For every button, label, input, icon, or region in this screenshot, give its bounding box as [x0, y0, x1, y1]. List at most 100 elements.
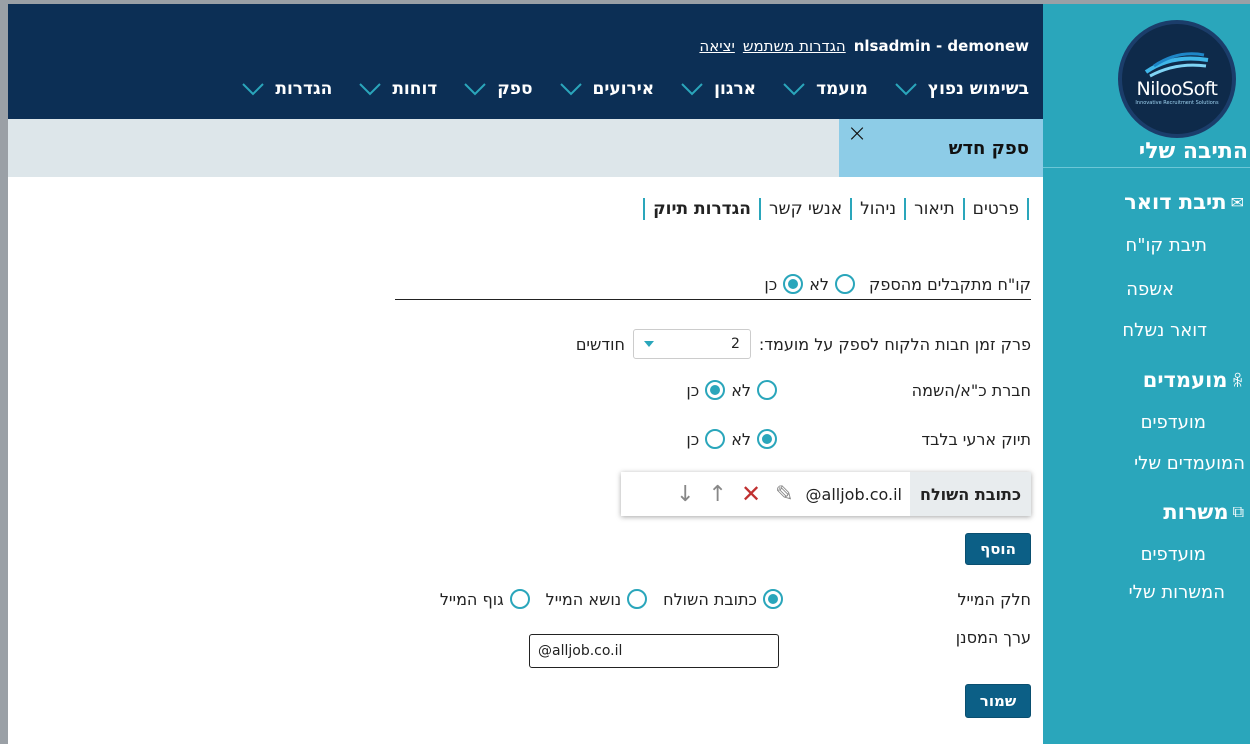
chevron-down-icon — [895, 83, 917, 96]
add-button[interactable]: הוסף — [965, 533, 1031, 565]
radio-cv-no[interactable] — [834, 274, 855, 294]
my-box-title[interactable]: התיבה שלי — [1139, 139, 1248, 164]
temp-filing-label: תיוק ארעי בלבד — [921, 429, 1031, 449]
radio-label-no: לא — [809, 274, 829, 294]
sidebar-section-candidates[interactable]: ꆜ מועמדים — [1143, 368, 1244, 392]
nav-label: ספק — [497, 79, 533, 99]
radio-mail-part-sender[interactable] — [763, 589, 783, 609]
radio-label-subject: נושא המייל — [545, 589, 622, 609]
radio-placement-no[interactable] — [757, 380, 777, 400]
people-icon: ꆜ — [1231, 371, 1245, 391]
row-actions: ✎ ✕ ↑ ↓ — [676, 480, 793, 508]
sidebar-item-candidate-favorites[interactable]: מועדפים — [1141, 412, 1206, 433]
sidebar-item-my-jobs[interactable]: המשרות שלי — [1129, 582, 1225, 603]
close-icon[interactable]: × — [847, 119, 867, 147]
radio-temp-no[interactable] — [757, 429, 777, 449]
period-row: פרק זמן חבות הלקוח לספק על מועמד: 2 חודש… — [576, 329, 1031, 359]
logo-brand: NilooSoft — [1136, 78, 1219, 100]
logout-link[interactable]: יציאה — [699, 37, 734, 55]
sidebar-item-cv-inbox[interactable]: תיבת קו"ח — [1125, 235, 1207, 256]
subtab-management[interactable]: ניהול — [852, 198, 907, 220]
caret-down-icon — [643, 341, 654, 347]
mail-part-row: חלק המייל כתובת השולח נושא המייל גוף המי… — [434, 589, 1031, 609]
nav-organization[interactable]: ארגון — [680, 79, 756, 99]
sidebar-section-mail[interactable]: ✉ תיבת דואר — [1124, 190, 1244, 214]
period-unit: חודשים — [575, 334, 625, 354]
nav-events[interactable]: אירועים — [559, 79, 655, 99]
radio-label-yes: כן — [686, 380, 700, 400]
radio-label-sender: כתובת השולח — [663, 589, 757, 609]
cv-from-supplier-label: קו"ח מתקבלים מהספק — [868, 274, 1031, 294]
envelope-icon: ✉ — [1230, 192, 1244, 212]
radio-label-no: לא — [731, 380, 751, 400]
subtab-description[interactable]: תיאור — [906, 198, 965, 220]
save-button[interactable]: שמור — [965, 684, 1031, 718]
user-row: nlsadmin - demonew הגדרות משתמש יציאה — [699, 37, 1029, 55]
nav-label: בשימוש נפוץ — [927, 79, 1029, 99]
arrow-down-icon[interactable]: ↓ — [676, 482, 694, 507]
temp-filing-row: תיוק ארעי בלבד לא כן — [680, 429, 1031, 449]
radio-label-body: גוף המייל — [439, 589, 504, 609]
filter-value-label: ערך המסנן — [955, 628, 1031, 647]
placement-company-label: חברת כ"א/השמה — [911, 380, 1031, 400]
radio-cv-yes[interactable] — [783, 274, 804, 294]
radio-placement-yes[interactable] — [705, 380, 726, 400]
radio-label-yes: כן — [686, 429, 700, 449]
sender-address-value: @alljob.co.il — [805, 484, 902, 504]
nav-label: אירועים — [592, 79, 655, 99]
tab-new-supplier[interactable]: ספק חדש × — [839, 119, 1043, 177]
radio-mail-part-body[interactable] — [509, 589, 530, 609]
nav-candidate[interactable]: מועמד — [782, 79, 868, 99]
section-divider — [395, 299, 1031, 300]
sidebar-item-sent-mail[interactable]: דואר נשלח — [1122, 320, 1207, 341]
filter-value-input[interactable]: @alljob.co.il — [529, 634, 779, 668]
nav-settings[interactable]: הגדרות — [241, 79, 332, 99]
sender-address-header: כתובת השולח — [909, 472, 1031, 516]
subtab-contacts[interactable]: אנשי קשר — [761, 198, 853, 220]
period-value: 2 — [730, 336, 740, 352]
nav-supplier[interactable]: ספק — [463, 79, 533, 99]
sidebar-item-trash[interactable]: אשפה — [1126, 279, 1174, 300]
logo-tagline: Innovative Recruitment Solutions — [1135, 100, 1219, 106]
chevron-down-icon — [359, 83, 382, 96]
period-label: פרק זמן חבות הלקוח לספק על מועמד: — [758, 334, 1031, 354]
nav-label: ארגון — [714, 79, 757, 99]
subtab-filing-settings[interactable]: הגדרות תיוק — [643, 198, 761, 220]
sidebar-section-label: מועמדים — [1142, 368, 1228, 392]
nav-label: מועמד — [816, 79, 868, 99]
nav-label: דוחות — [392, 79, 438, 99]
subtab-details[interactable]: פרטים — [965, 198, 1029, 220]
nav-reports[interactable]: דוחות — [358, 79, 437, 99]
sender-address-row: כתובת השולח @alljob.co.il ✎ ✕ ↑ ↓ — [621, 472, 1031, 516]
nav-label: הגדרות — [275, 79, 333, 99]
jobs-icon: ⧉ — [1232, 502, 1244, 521]
period-select[interactable]: 2 — [632, 329, 751, 359]
sidebar-divider — [1043, 167, 1250, 168]
top-navbar: nlsadmin - demonew הגדרות משתמש יציאה בש… — [8, 4, 1043, 119]
filter-value-label-row: ערך המסנן — [956, 628, 1031, 647]
radio-temp-yes[interactable] — [705, 429, 726, 449]
sidebar-item-job-favorites[interactable]: מועדפים — [1141, 544, 1206, 565]
arrow-up-icon[interactable]: ↑ — [709, 482, 727, 507]
chevron-down-icon — [681, 83, 703, 96]
radio-mail-part-subject[interactable] — [627, 589, 648, 609]
app-window: NilooSoft Innovative Recruitment Solutio… — [8, 4, 1250, 744]
chevron-down-icon — [559, 83, 582, 96]
sidebar-item-my-candidates[interactable]: המועמדים שלי — [1134, 453, 1245, 474]
chevron-down-icon — [242, 83, 265, 96]
tab-title: ספק חדש — [948, 138, 1029, 159]
pencil-icon[interactable]: ✎ — [775, 482, 793, 507]
sidebar-section-label: משרות — [1163, 500, 1229, 524]
chevron-down-icon — [464, 83, 486, 96]
delete-icon[interactable]: ✕ — [741, 480, 761, 508]
sidebar: NilooSoft Innovative Recruitment Solutio… — [1043, 4, 1250, 744]
placement-company-row: חברת כ"א/השמה לא כן — [680, 380, 1031, 400]
user-settings-link[interactable]: הגדרות משתמש — [743, 37, 846, 55]
mail-part-label: חלק המייל — [957, 589, 1031, 609]
nav-common[interactable]: בשימוש נפוץ — [894, 79, 1029, 99]
niloosoft-logo[interactable]: NilooSoft Innovative Recruitment Solutio… — [1118, 20, 1236, 138]
cv-from-supplier-row: קו"ח מתקבלים מהספק לא כן — [758, 274, 1031, 294]
main-nav: בשימוש נפוץ מועמד ארגון אירועים ספק דוחו… — [241, 79, 1029, 99]
sidebar-section-jobs[interactable]: ⧉ משרות — [1163, 500, 1244, 524]
chevron-down-icon — [783, 83, 805, 96]
